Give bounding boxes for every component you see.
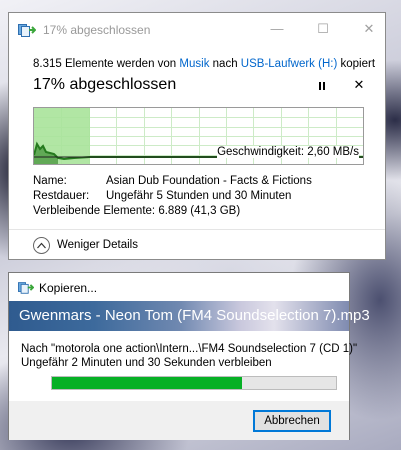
dialog-footer: Abbrechen bbox=[9, 401, 349, 440]
window-title: 17% abgeschlossen bbox=[43, 23, 151, 37]
close-button[interactable]: ✕ bbox=[349, 17, 389, 41]
chevron-up-icon bbox=[33, 237, 50, 254]
speed-label: Geschwindigkeit: 2,60 MB/s bbox=[217, 146, 359, 158]
summary-suffix: kopiert bbox=[340, 58, 376, 70]
dialog-title: Kopieren... bbox=[39, 281, 98, 295]
time-value: Ungefähr 5 Stunden und 30 Minuten bbox=[106, 190, 292, 202]
items-value: 6.889 (41,3 GB) bbox=[158, 205, 241, 217]
remaining-items-row: Verbleibende Elemente: 6.889 (41,3 GB) bbox=[33, 205, 240, 217]
cancel-button[interactable]: Abbrechen bbox=[253, 410, 331, 432]
name-value: Asian Dub Foundation - Facts & Fictions bbox=[106, 175, 312, 187]
pause-button[interactable] bbox=[313, 77, 331, 95]
source-link[interactable]: Musik bbox=[179, 58, 209, 70]
file-progress-fill bbox=[52, 377, 243, 389]
items-label: Verbleibende Elemente: bbox=[33, 205, 156, 217]
summary-middle: nach bbox=[212, 58, 238, 70]
file-progress-bar bbox=[51, 376, 337, 390]
destination-link[interactable]: USB-Laufwerk (H:) bbox=[241, 58, 338, 70]
summary-prefix: 8.315 Elemente werden von bbox=[33, 58, 177, 70]
title-bar[interactable]: 17% abgeschlossen — ☐ ✕ bbox=[9, 13, 385, 45]
time-label: Restdauer: bbox=[33, 190, 90, 202]
copy-progress-window: 17% abgeschlossen — ☐ ✕ 8.315 Elemente w… bbox=[8, 12, 386, 260]
destination-text: Nach "motorola one action\Intern...\FM4 … bbox=[21, 343, 358, 355]
name-label: Name: bbox=[33, 175, 67, 187]
current-item-row: Name: Asian Dub Foundation - Facts & Fict… bbox=[33, 175, 312, 187]
minimize-button[interactable]: — bbox=[257, 17, 297, 41]
maximize-button[interactable]: ☐ bbox=[303, 17, 343, 41]
time-remaining-row: Restdauer: Ungefähr 5 Stunden und 30 Minu… bbox=[33, 190, 291, 202]
file-name: Gwenmars - Neon Tom (FM4 Soundselection … bbox=[19, 307, 370, 324]
speed-graph: Geschwindigkeit: 2,60 MB/s bbox=[33, 107, 364, 165]
file-copy-icon bbox=[18, 24, 36, 37]
time-remaining-text: Ungefähr 2 Minuten und 30 Sekunden verbl… bbox=[21, 357, 272, 369]
cancel-copy-button[interactable]: ✕ bbox=[351, 76, 367, 94]
less-details-label: Weniger Details bbox=[57, 239, 138, 251]
copy-summary: 8.315 Elemente werden von Musik nach USB… bbox=[33, 58, 375, 70]
file-copy-icon bbox=[18, 282, 34, 294]
file-copy-dialog: Kopieren... Gwenmars - Neon Tom (FM4 Sou… bbox=[8, 272, 370, 440]
file-banner: Gwenmars - Neon Tom (FM4 Soundselection … bbox=[9, 301, 370, 331]
dialog-title-bar[interactable]: Kopieren... bbox=[9, 273, 349, 301]
divider bbox=[9, 229, 385, 230]
progress-heading: 17% abgeschlossen bbox=[33, 76, 177, 93]
